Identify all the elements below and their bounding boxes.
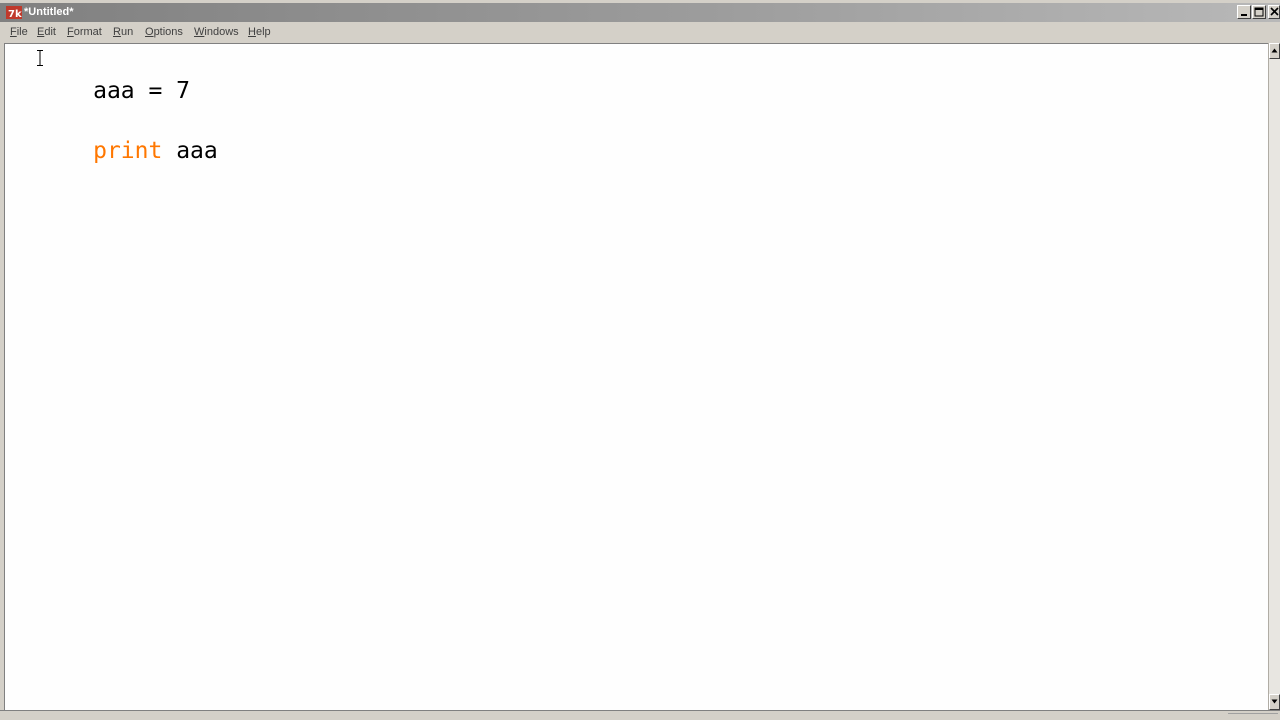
code-token-plain: aaa [162,138,218,164]
scroll-up-button[interactable] [1269,43,1280,59]
code-token-keyword: print [93,138,163,164]
close-button[interactable] [1268,5,1280,19]
code-token-plain: aaa = 7 [93,78,191,104]
python-idle-icon: 7k [6,6,22,19]
menu-options[interactable]: Options [145,25,183,39]
scroll-down-button[interactable] [1269,694,1280,710]
window-title: *Untitled* [24,6,74,18]
menu-windows[interactable]: Windows [194,25,239,39]
ibeam-cursor-icon [37,50,43,66]
minimize-button[interactable] [1237,5,1251,19]
menu-help[interactable]: Help [248,25,271,39]
close-icon [1270,7,1279,16]
idle-editor-window: 7k *Untitled* File Edit Format Run Optio… [0,0,1280,720]
resize-grip[interactable] [1228,713,1278,720]
maximize-button[interactable] [1252,5,1266,19]
maximize-icon [1254,7,1264,17]
arrow-up-icon [1271,48,1278,53]
menu-bar: File Edit Format Run Options Windows Hel… [0,22,1280,42]
menu-file[interactable]: File [10,25,28,39]
vertical-scrollbar[interactable] [1268,43,1280,710]
menu-run[interactable]: Run [113,25,133,39]
code-line-2: print aaa [10,106,218,196]
minimize-icon [1241,14,1247,16]
menu-edit[interactable]: Edit [37,25,56,39]
code-editor[interactable]: aaa = 7 print aaa [4,43,1268,710]
menu-format[interactable]: Format [67,25,102,39]
arrow-down-icon [1271,699,1278,704]
title-bar[interactable]: 7k *Untitled* [0,3,1280,22]
svg-text:7k: 7k [8,9,22,19]
status-bar [0,710,1280,720]
